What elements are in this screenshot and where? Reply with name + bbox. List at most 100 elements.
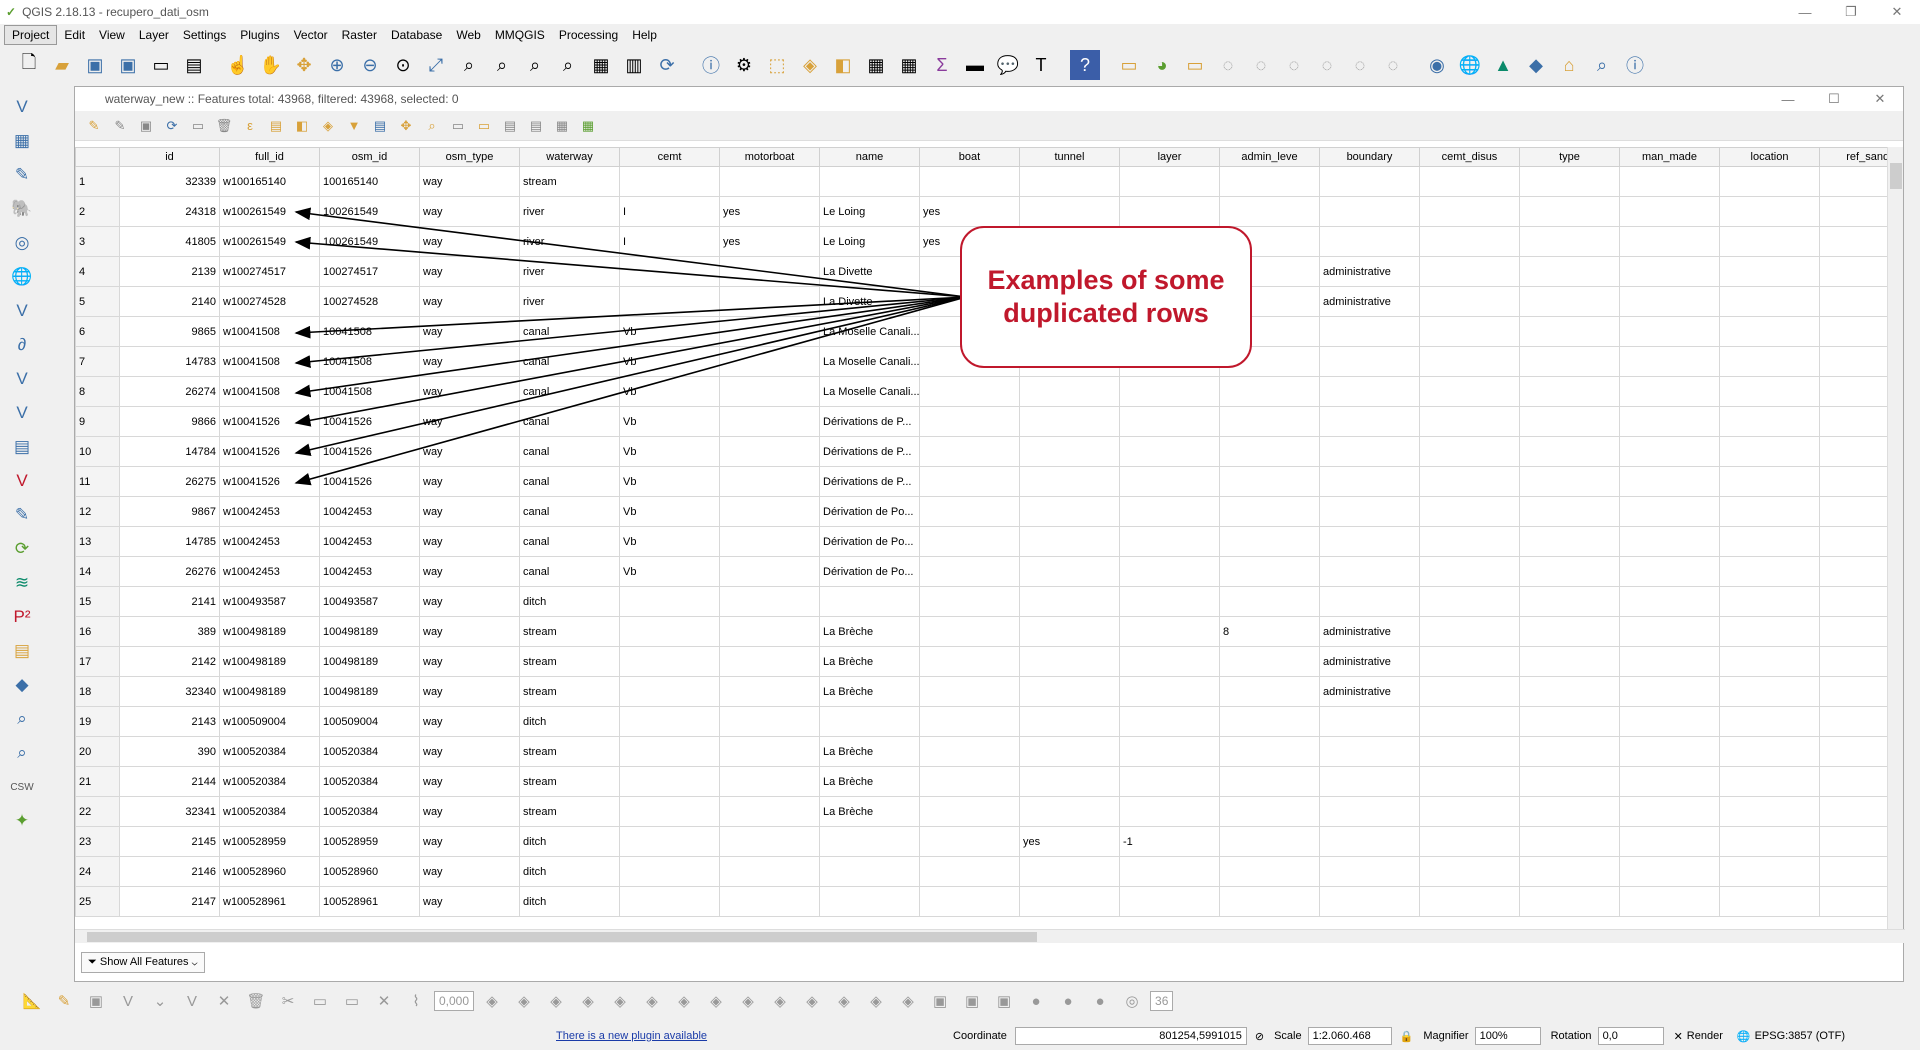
restore-icon[interactable]: ❐ (1828, 0, 1874, 24)
table-cell[interactable] (719, 496, 820, 527)
table-cell[interactable]: w10042453 (219, 526, 320, 557)
table-cell[interactable] (1519, 646, 1620, 677)
crs-globe-icon[interactable]: 🌐 (1737, 1030, 1751, 1043)
plugin-icon[interactable]: ◆ (1521, 50, 1551, 80)
column-header-cemt[interactable]: cemt (619, 147, 720, 167)
table-cell[interactable] (1019, 376, 1120, 407)
table-cell[interactable] (919, 436, 1020, 467)
table-cell[interactable] (1519, 406, 1620, 437)
row-number[interactable]: 16 (75, 616, 120, 647)
table-cell[interactable]: 100498189 (319, 616, 420, 647)
table-cell[interactable] (1819, 196, 1889, 227)
table-cell[interactable]: canal (519, 436, 620, 467)
select-all-icon[interactable]: ▤ (265, 115, 287, 137)
coordinate-field[interactable]: 801254,5991015 (1014, 1027, 1247, 1045)
table-cell[interactable]: yes (1019, 826, 1120, 857)
table-cell[interactable]: w100528959 (219, 826, 320, 857)
identify-icon[interactable]: ⓘ (696, 50, 726, 80)
table-cell[interactable] (1319, 466, 1420, 497)
table-cell[interactable]: way (419, 346, 520, 377)
cut-icon[interactable]: ✂ (274, 987, 302, 1015)
table-cell[interactable] (619, 646, 720, 677)
table-cell[interactable]: Dérivations de P... (819, 436, 920, 467)
filter-select-icon[interactable]: ▼ (343, 115, 365, 137)
table-cell[interactable] (1219, 436, 1320, 467)
dialog-close-icon[interactable]: ✕ (1857, 87, 1903, 111)
column-header-boat[interactable]: boat (919, 147, 1020, 167)
table-cell[interactable]: way (419, 856, 520, 887)
table-cell[interactable] (1619, 736, 1720, 767)
table-cell[interactable] (1619, 706, 1720, 737)
table-cell[interactable] (1219, 376, 1320, 407)
menu-raster[interactable]: Raster (335, 26, 384, 44)
table-cell[interactable]: canal (519, 556, 620, 587)
table-cell[interactable] (1719, 616, 1820, 647)
row-number[interactable]: 13 (75, 526, 120, 557)
table-cell[interactable] (1419, 616, 1520, 647)
table-row[interactable]: 25 2147 w100528961 100528961 way ditch (75, 886, 1889, 917)
zoom-out-icon[interactable]: ⊖ (355, 50, 385, 80)
table-cell[interactable] (819, 826, 920, 857)
table-cell[interactable]: 100528961 (319, 886, 420, 917)
table-cell[interactable]: w100274528 (219, 286, 320, 317)
save-project-icon[interactable]: ▣ (80, 50, 110, 80)
menu-mmqgis[interactable]: MMQGIS (488, 26, 552, 44)
new-table-icon[interactable]: ▤ (7, 432, 37, 462)
new-shapefile-icon[interactable]: V (7, 466, 37, 496)
table-cell[interactable] (1119, 166, 1220, 197)
menu-settings[interactable]: Settings (176, 26, 233, 44)
table-cell[interactable] (1019, 196, 1120, 227)
table-cell[interactable]: w100261549 (219, 226, 320, 257)
table-cell[interactable] (1119, 406, 1220, 437)
table-cell[interactable] (1419, 316, 1520, 347)
table-cell[interactable] (1819, 256, 1889, 287)
table-cell[interactable]: w100520384 (219, 796, 320, 827)
globe-icon[interactable]: 🌐 (1455, 50, 1485, 80)
add-wfs-icon[interactable]: V (7, 296, 37, 326)
table-cell[interactable] (719, 706, 820, 737)
table-cell[interactable] (1419, 376, 1520, 407)
table-cell[interactable] (1419, 226, 1520, 257)
table-cell[interactable] (1819, 826, 1889, 857)
table-cell[interactable] (1419, 166, 1520, 197)
table-cell[interactable]: La Brèche (819, 766, 920, 797)
table-cell[interactable] (919, 676, 1020, 707)
table-cell[interactable]: 9865 (119, 316, 220, 347)
snap-value-field[interactable]: 36 (1150, 991, 1174, 1011)
table-cell[interactable]: 389 (119, 616, 220, 647)
table-cell[interactable]: 26274 (119, 376, 220, 407)
table-cell[interactable] (1319, 856, 1420, 887)
table-cell[interactable] (1319, 196, 1420, 227)
zoom-native-icon[interactable]: ⊙ (388, 50, 418, 80)
table-cell[interactable] (719, 616, 820, 647)
toggle-multi-edit-icon[interactable]: ✎ (109, 115, 131, 137)
table-cell[interactable]: 2145 (119, 826, 220, 857)
table-cell[interactable] (1619, 496, 1720, 527)
row-number[interactable]: 18 (75, 676, 120, 707)
table-cell[interactable] (1719, 646, 1820, 677)
table-cell[interactable]: La Brèche (819, 796, 920, 827)
column-header-ref-sandr[interactable]: ref_sandr (1819, 147, 1889, 167)
table-cell[interactable] (1019, 436, 1120, 467)
table-cell[interactable] (1819, 226, 1889, 257)
table-cell[interactable] (1819, 166, 1889, 197)
delete-selected-icon[interactable]: 🗑 (242, 987, 270, 1015)
circle-b-icon[interactable]: ● (1086, 987, 1114, 1015)
table-cell[interactable] (1319, 496, 1420, 527)
plugin-b-icon[interactable]: ⌂ (1554, 50, 1584, 80)
zoom-selected-icon[interactable]: ⌕ (421, 115, 443, 137)
table-cell[interactable] (1519, 286, 1620, 317)
row-number[interactable]: 23 (75, 826, 120, 857)
table-cell[interactable]: w10041526 (219, 406, 320, 437)
table-row[interactable]: 11 26275 w10041526 10041526 way canal Vb Dériva… (75, 466, 1889, 497)
new-print-composer-icon[interactable]: ▭ (146, 50, 176, 80)
copy-icon[interactable]: ▭ (306, 987, 334, 1015)
table-cell[interactable] (1619, 256, 1720, 287)
table-cell[interactable] (1119, 526, 1220, 557)
select-features-icon[interactable]: ⬚ (762, 50, 792, 80)
table-cell[interactable] (1319, 406, 1420, 437)
table-cell[interactable]: ditch (519, 826, 620, 857)
table-cell[interactable]: canal (519, 496, 620, 527)
label-properties-icon[interactable]: ◌ (1378, 50, 1408, 80)
table-cell[interactable]: 10042453 (319, 496, 420, 527)
